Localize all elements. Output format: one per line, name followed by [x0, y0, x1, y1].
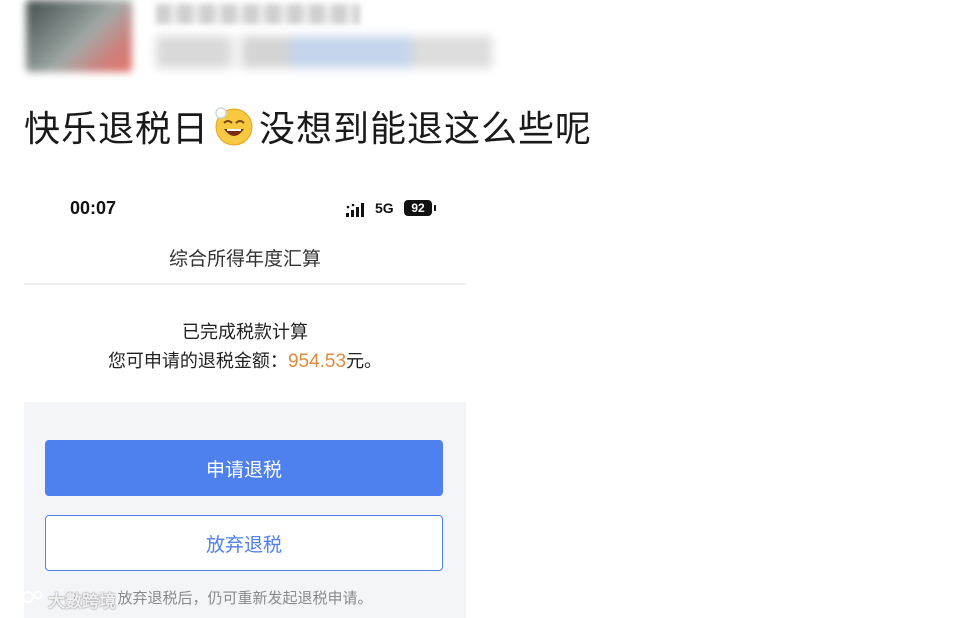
watermark-text: 大數跨境 — [48, 591, 116, 612]
tax-refund-screenshot: 00:07 5G 92 综合所得年度汇算 已完成税款计算 您可申请的退税金额：9… — [24, 188, 466, 618]
grinning-face-icon — [213, 105, 255, 147]
watermark: 大數跨境 — [6, 586, 116, 612]
refund-amount-value: 954.53 — [287, 351, 347, 372]
refund-amount-unit: 元。 — [346, 351, 383, 372]
apply-refund-button[interactable]: 申请退税 — [45, 440, 443, 496]
refund-amount-label: 您可申请的退税金额： — [107, 351, 288, 372]
network-type: 5G — [375, 200, 394, 216]
signal-icon — [346, 203, 364, 217]
post-meta-blurred — [156, 36, 492, 68]
status-time: 00:07 — [70, 198, 117, 218]
calculation-complete-text: 已完成税款计算 — [182, 322, 308, 343]
header-divider — [24, 283, 466, 285]
page-title: 综合所得年度汇算 — [168, 248, 321, 270]
status-bar: 00:07 5G 92 — [24, 188, 466, 232]
post-text-before: 快乐退税日 — [24, 109, 210, 150]
abandon-refund-button[interactable]: 放弃退税 — [45, 515, 443, 571]
watermark-logo-icon — [6, 590, 43, 609]
author-avatar[interactable] — [26, 0, 132, 72]
refund-amount-text: 您可申请的退税金额：954.53元。 — [24, 347, 466, 373]
battery-icon: 92 — [404, 200, 436, 216]
author-name-blurred[interactable] — [156, 4, 360, 24]
post-text-after: 没想到能退这么些呢 — [259, 109, 593, 150]
post-text: 快乐退税日 没想到能退这么些呢 — [24, 100, 592, 152]
